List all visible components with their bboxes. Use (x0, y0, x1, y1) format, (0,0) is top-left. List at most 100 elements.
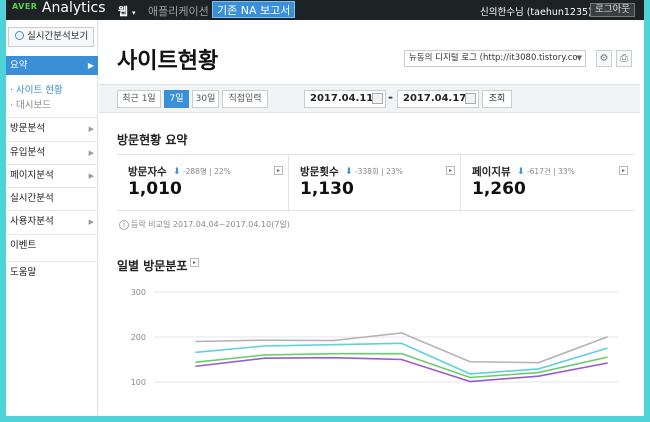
metric-change: ⬇ -338회 | 23% (345, 167, 403, 177)
chevron-right-icon: ▶ (88, 218, 94, 226)
chart-point[interactable] (400, 342, 403, 345)
chart-point[interactable] (537, 361, 540, 364)
metric-change-percent: 33% (558, 167, 575, 176)
chart-point[interactable] (263, 345, 266, 347)
date-to-field[interactable]: 2017.04.17 (397, 90, 479, 108)
nav-web-tab[interactable]: 웹 ▾ (118, 3, 135, 19)
chevron-down-icon: ▾ (131, 9, 136, 17)
chevron-right-icon[interactable]: ▸ (274, 166, 283, 175)
chart-y-tick-label: 300 (131, 288, 146, 297)
chart-y-tick-label: 100 (131, 378, 146, 387)
logout-button[interactable]: 로그아웃 (590, 3, 635, 17)
calendar-icon[interactable] (372, 93, 383, 104)
sidebar-item-visit-analysis[interactable]: 방문분석 ▶ (6, 117, 98, 139)
date-from-field[interactable]: 2017.04.11 (304, 90, 386, 108)
sidebar-item-label: 방문분석 (10, 123, 45, 134)
chart-point[interactable] (606, 356, 608, 359)
metric-value: 1,010 (128, 179, 182, 199)
metric-label: 방문자수 (128, 166, 167, 178)
chart-point[interactable] (400, 352, 403, 355)
chart-point[interactable] (606, 362, 608, 364)
chart-point[interactable] (400, 332, 403, 334)
chart-point[interactable] (332, 339, 334, 342)
gear-icon[interactable]: ⚙ (596, 50, 612, 67)
sidebar-item-label: 이벤트 (10, 240, 37, 251)
sidebar-item-user-analysis[interactable]: 사용자분석 ▶ (6, 210, 98, 232)
sidebar-item-page-analysis[interactable]: 페이지분석 ▶ (6, 164, 98, 186)
realtime-analysis-button[interactable]: 실시간분석보기 (8, 27, 94, 47)
daily-visits-chart-svg: 300 200 100 (131, 288, 619, 387)
chevron-right-icon[interactable]: ▸ (190, 258, 199, 267)
app-frame: AVER Analytics 웹 ▾ 애플리케이션 기존 NA 보고서 신의한수… (6, 0, 644, 416)
chart-point[interactable] (195, 361, 197, 363)
metric-change: ⬇ -617건 | 33% (517, 167, 575, 177)
chart-point[interactable] (469, 376, 471, 379)
chevron-right-icon[interactable]: ▸ (619, 166, 628, 175)
metric-change-percent: 22% (214, 167, 231, 176)
info-icon: i (119, 220, 129, 230)
chart-series-line-3[interactable] (195, 352, 608, 379)
chart-point[interactable] (332, 356, 334, 359)
chevron-down-icon: ▼ (576, 54, 582, 62)
sidebar-item-summary[interactable]: 요약 ▶ (6, 56, 98, 75)
sidebar: 실시간분석보기 요약 ▶ · 사이트 현황 · 대시보드 방문분석 ▶ 유입분석 ▶ … (6, 20, 98, 416)
chart-point[interactable] (606, 336, 608, 338)
chevron-right-icon: ▶ (87, 61, 94, 70)
metrics-summary: 방문자수 ⬇ -288명 | 22% 1,010 ▸ 방문횟수 ⬇ -338회 … (117, 154, 634, 212)
metric-visitors: 방문자수 ⬇ -288명 | 22% 1,010 ▸ (117, 155, 289, 212)
chart-point[interactable] (263, 357, 266, 359)
chart-point[interactable] (537, 371, 540, 374)
chart-point[interactable] (332, 352, 334, 355)
compare-period-text: 등락 비교일 2017.04.04~2017.04.10(7일) (131, 220, 290, 229)
print-icon[interactable]: ⎙ (616, 50, 632, 67)
metric-value: 1,260 (472, 179, 526, 199)
chart-point[interactable] (606, 347, 608, 350)
calendar-icon[interactable] (465, 93, 476, 104)
chart-point[interactable] (400, 358, 403, 361)
query-button[interactable]: 조회 (482, 90, 512, 108)
main-content: 사이트현황 뉴동의 디지털 로그 (http://it3080.tistory.… (99, 20, 644, 416)
chart-point[interactable] (537, 368, 540, 370)
period-7days-button[interactable]: 7일 (164, 90, 189, 108)
chart-point[interactable] (332, 343, 334, 346)
sidebar-subitem-dashboard[interactable]: · 대시보드 (10, 97, 51, 111)
date-filter-bar: 최근 1일 7일 30일 직접입력 2017.04.11 - 2017.04.1… (99, 84, 640, 113)
sidebar-item-event[interactable]: 이벤트 (6, 234, 98, 256)
chevron-right-icon[interactable]: ▸ (446, 166, 455, 175)
nav-legacy-na-button[interactable]: 기존 NA 보고서 (212, 1, 296, 18)
logo-brand: AVER (12, 2, 38, 11)
sidebar-item-label: 페이지분석 (10, 170, 54, 181)
chart-point[interactable] (263, 339, 266, 341)
metric-label: 방문횟수 (300, 166, 339, 178)
metric-value: 1,130 (300, 179, 354, 199)
logo-text: Analytics (41, 0, 106, 16)
chevron-right-icon: ▶ (88, 125, 94, 133)
chart-point[interactable] (537, 375, 540, 377)
compare-period-note: i 등락 비교일 2017.04.04~2017.04.10(7일) (119, 219, 290, 230)
sidebar-item-inflow-analysis[interactable]: 유입분석 ▶ (6, 141, 98, 163)
period-1day-button[interactable]: 최근 1일 (117, 90, 161, 108)
nav-app-tab[interactable]: 애플리케이션 (148, 3, 209, 19)
sidebar-subitem-site-status[interactable]: · 사이트 현황 (10, 82, 63, 96)
logo[interactable]: AVER Analytics (12, 0, 106, 16)
sidebar-item-realtime-analysis[interactable]: 실시간분석 (6, 187, 98, 209)
period-30days-button[interactable]: 30일 (192, 90, 219, 108)
chart-point[interactable] (195, 340, 197, 343)
chart-point[interactable] (469, 380, 471, 383)
chart-point[interactable] (263, 354, 266, 356)
user-name[interactable]: 신의한수님 (taehun1235) (480, 4, 592, 18)
chart-point[interactable] (195, 351, 197, 354)
chart-point[interactable] (469, 373, 471, 375)
chart-series-line-4[interactable] (195, 356, 608, 383)
site-select[interactable]: 뉴동의 디지털 로그 (http://it3080.tistory.co ▼ (404, 50, 586, 67)
chart-point[interactable] (469, 360, 471, 363)
chart-title: 일별 방문분포 (117, 259, 188, 273)
date-separator: - (388, 90, 393, 104)
arrow-down-icon: ⬇ (173, 167, 181, 177)
metric-change-value: -617건 (526, 167, 551, 176)
period-custom-button[interactable]: 직접입력 (222, 90, 268, 108)
chevron-right-icon: ▶ (88, 172, 94, 180)
sidebar-item-label: 실시간분석 (10, 193, 54, 204)
chart-point[interactable] (195, 365, 197, 368)
sidebar-item-help[interactable]: 도움말 (6, 261, 98, 283)
